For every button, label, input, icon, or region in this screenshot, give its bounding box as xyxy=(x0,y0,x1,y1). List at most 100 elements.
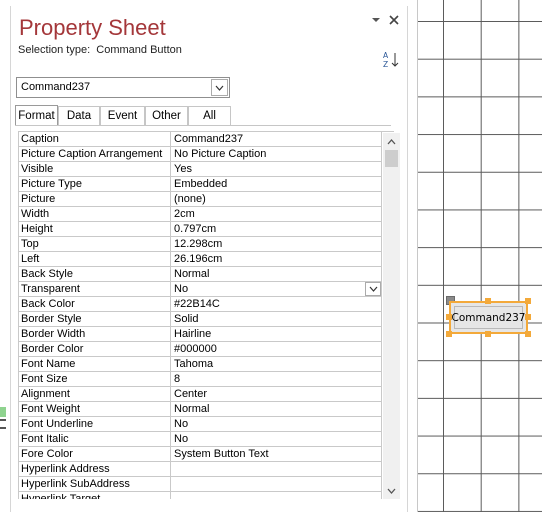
property-value[interactable]: Solid xyxy=(172,312,382,326)
property-name: Font Underline xyxy=(19,417,171,431)
property-name: Font Italic xyxy=(19,432,171,446)
property-row[interactable]: Visible Yes xyxy=(19,162,382,177)
property-name: Left xyxy=(19,252,171,266)
property-sheet-pane: Property Sheet Selection type: Command B… xyxy=(10,6,408,512)
selection-type-label: Selection type: xyxy=(18,44,91,56)
property-grid-scrollbar[interactable] xyxy=(383,133,400,499)
property-row[interactable]: Transparent No xyxy=(19,282,382,297)
resize-handle-right[interactable] xyxy=(525,314,531,320)
tab-all[interactable]: All xyxy=(188,106,231,125)
property-value[interactable]: 12.298cm xyxy=(172,237,382,251)
resize-handle-bottom-right[interactable] xyxy=(525,331,531,337)
property-name: Border Color xyxy=(19,342,171,356)
tab-event[interactable]: Event xyxy=(100,106,145,125)
property-row[interactable]: Width 2cm xyxy=(19,207,382,222)
property-row[interactable]: Back Style Normal xyxy=(19,267,382,282)
resize-handle-bottom[interactable] xyxy=(485,331,491,337)
property-row[interactable]: Height 0.797cm xyxy=(19,222,382,237)
property-value[interactable]: Normal xyxy=(172,402,382,416)
close-icon[interactable] xyxy=(386,12,402,28)
property-row[interactable]: Back Color #22B14C xyxy=(19,297,382,312)
property-value[interactable]: No xyxy=(172,417,382,431)
resize-handle-top-right[interactable] xyxy=(525,298,531,304)
property-row[interactable]: Hyperlink Target xyxy=(19,492,382,499)
scroll-thumb[interactable] xyxy=(385,150,398,167)
tab-format[interactable]: Format xyxy=(15,105,58,125)
property-value[interactable]: System Button Text xyxy=(172,447,382,461)
property-value[interactable]: 2cm xyxy=(172,207,382,221)
property-value[interactable]: Center xyxy=(172,387,382,401)
property-name: Width xyxy=(19,207,171,221)
property-row[interactable]: Fore Color System Button Text xyxy=(19,447,382,462)
property-value[interactable]: Command237 xyxy=(172,132,382,146)
sort-az-icon[interactable]: A Z xyxy=(381,50,401,70)
pane-options-chevron-icon[interactable] xyxy=(368,12,384,28)
property-row[interactable]: Font Weight Normal xyxy=(19,402,382,417)
property-name: Alignment xyxy=(19,387,171,401)
property-name: Top xyxy=(19,237,171,251)
property-value[interactable]: #000000 xyxy=(172,342,382,356)
property-name: Border Style xyxy=(19,312,171,326)
scroll-down-icon[interactable] xyxy=(383,483,400,498)
scroll-up-icon[interactable] xyxy=(383,134,400,149)
selection-type: Selection type: Command Button xyxy=(18,44,182,56)
property-row[interactable]: Left 26.196cm xyxy=(19,252,382,267)
property-name: Hyperlink Target xyxy=(19,492,171,499)
pane-title: Property Sheet xyxy=(19,15,166,40)
property-name: Picture Caption Arrangement xyxy=(19,147,171,161)
property-value[interactable]: (none) xyxy=(172,192,382,206)
tab-underline xyxy=(15,125,391,126)
svg-text:Z: Z xyxy=(383,60,388,69)
property-tabs: Format Data Event Other All xyxy=(15,105,395,125)
property-row[interactable]: Border Style Solid xyxy=(19,312,382,327)
property-row[interactable]: Picture Type Embedded xyxy=(19,177,382,192)
property-value[interactable]: No xyxy=(172,282,382,296)
property-row[interactable]: Border Color #000000 xyxy=(19,342,382,357)
property-name: Fore Color xyxy=(19,447,171,461)
left-edge-strip xyxy=(0,0,10,512)
resize-handle-left[interactable] xyxy=(446,314,452,320)
property-value[interactable] xyxy=(172,492,382,499)
property-name: Caption xyxy=(19,132,171,146)
resize-handle-top[interactable] xyxy=(485,298,491,304)
tab-data[interactable]: Data xyxy=(58,106,100,125)
svg-text:A: A xyxy=(383,51,389,60)
property-name: Border Width xyxy=(19,327,171,341)
property-row[interactable]: Hyperlink SubAddress xyxy=(19,477,382,492)
property-row[interactable]: Picture Caption Arrangement No Picture Ca… xyxy=(19,147,382,162)
form-design-grid[interactable] xyxy=(417,0,542,512)
selection-type-value: Command Button xyxy=(96,44,182,56)
property-row[interactable]: Caption Command237 xyxy=(19,132,382,147)
property-name: Font Weight xyxy=(19,402,171,416)
property-value[interactable]: 26.196cm xyxy=(172,252,382,266)
property-row[interactable]: Font Name Tahoma xyxy=(19,357,382,372)
property-value[interactable]: 0.797cm xyxy=(172,222,382,236)
object-selector-combo[interactable]: Command237 xyxy=(16,77,230,98)
property-value[interactable] xyxy=(172,462,382,476)
property-value[interactable]: No xyxy=(172,432,382,446)
property-value[interactable]: 8 xyxy=(172,372,382,386)
property-value[interactable] xyxy=(172,477,382,491)
design-surface-edge xyxy=(417,0,418,512)
property-row[interactable]: Picture (none) xyxy=(19,192,382,207)
property-row[interactable]: Hyperlink Address xyxy=(19,462,382,477)
property-name: Back Style xyxy=(19,267,171,281)
property-value[interactable]: Yes xyxy=(172,162,382,176)
tab-other[interactable]: Other xyxy=(145,106,188,125)
property-value[interactable]: Tahoma xyxy=(172,357,382,371)
property-value[interactable]: No Picture Caption xyxy=(172,147,382,161)
property-row[interactable]: Alignment Center xyxy=(19,387,382,402)
property-row[interactable]: Font Size 8 xyxy=(19,372,382,387)
property-value[interactable]: #22B14C xyxy=(172,297,382,311)
property-value[interactable]: Embedded xyxy=(172,177,382,191)
resize-handle-bottom-left[interactable] xyxy=(446,331,452,337)
property-row[interactable]: Border Width Hairline xyxy=(19,327,382,342)
chevron-down-icon[interactable] xyxy=(211,79,228,96)
property-value[interactable]: Hairline xyxy=(172,327,382,341)
chevron-down-icon[interactable] xyxy=(365,282,381,296)
property-value[interactable]: Normal xyxy=(172,267,382,281)
property-row[interactable]: Font Italic No xyxy=(19,432,382,447)
command-button-control[interactable]: Command237 xyxy=(449,301,528,334)
property-row[interactable]: Font Underline No xyxy=(19,417,382,432)
property-row[interactable]: Top 12.298cm xyxy=(19,237,382,252)
